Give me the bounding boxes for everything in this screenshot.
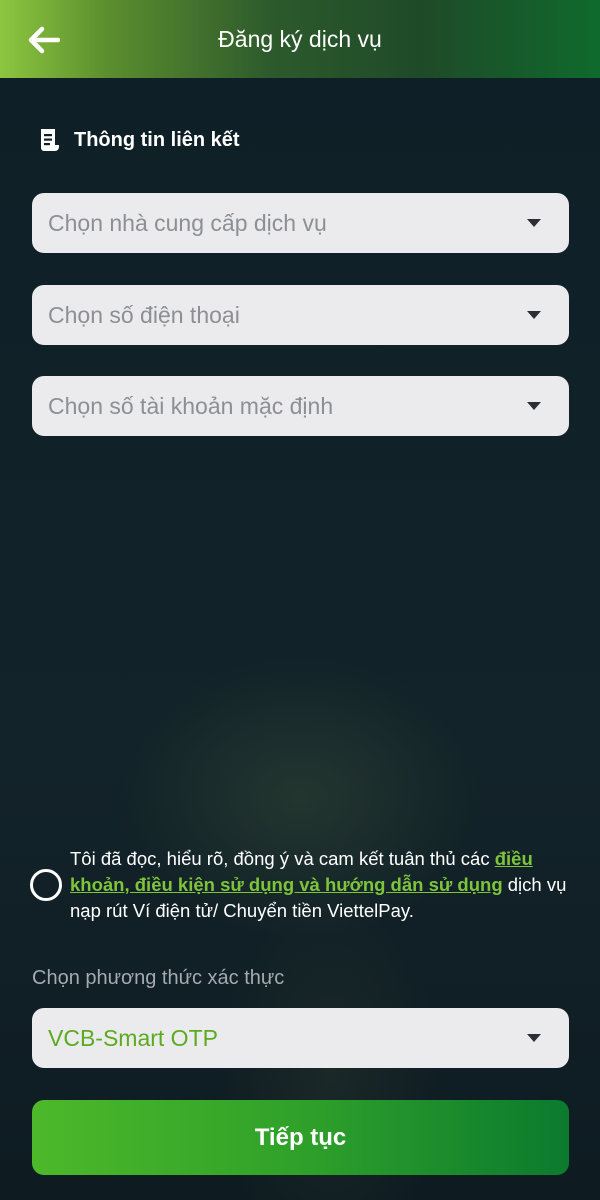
agreement-text: Tôi đã đọc, hiểu rõ, đồng ý và cam kết t…	[70, 846, 580, 924]
provider-select-placeholder: Chọn nhà cung cấp dịch vụ	[48, 209, 327, 236]
document-icon	[41, 129, 59, 151]
agreement-text-before: Tôi đã đọc, hiểu rõ, đồng ý và cam kết t…	[70, 848, 495, 869]
back-button[interactable]	[24, 20, 64, 60]
chevron-down-icon	[527, 402, 541, 410]
app-header: Đăng ký dịch vụ	[0, 0, 600, 78]
auth-method-value: VCB-Smart OTP	[48, 1024, 218, 1051]
section-header: Thông tin liên kết	[38, 128, 240, 152]
agreement-row: Tôi đã đọc, hiểu rõ, đồng ý và cam kết t…	[30, 846, 580, 924]
auth-method-label: Chọn phương thức xác thực	[32, 967, 285, 989]
chevron-down-icon	[527, 1034, 541, 1042]
provider-select[interactable]: Chọn nhà cung cấp dịch vụ	[32, 193, 569, 253]
continue-button[interactable]: Tiếp tục	[32, 1100, 569, 1175]
page-title: Đăng ký dịch vụ	[218, 25, 382, 52]
section-title: Thông tin liên kết	[74, 128, 240, 151]
agreement-radio[interactable]	[30, 869, 62, 901]
continue-label: Tiếp tục	[254, 1123, 347, 1151]
chevron-down-icon	[527, 311, 541, 319]
account-select-placeholder: Chọn số tài khoản mặc định	[48, 392, 334, 419]
chevron-down-icon	[527, 219, 541, 227]
phone-select-placeholder: Chọn số điện thoại	[48, 301, 240, 328]
arrow-left-icon	[28, 26, 60, 54]
phone-select[interactable]: Chọn số điện thoại	[32, 285, 569, 345]
account-select[interactable]: Chọn số tài khoản mặc định	[32, 376, 569, 436]
auth-method-select[interactable]: VCB-Smart OTP	[32, 1008, 569, 1068]
